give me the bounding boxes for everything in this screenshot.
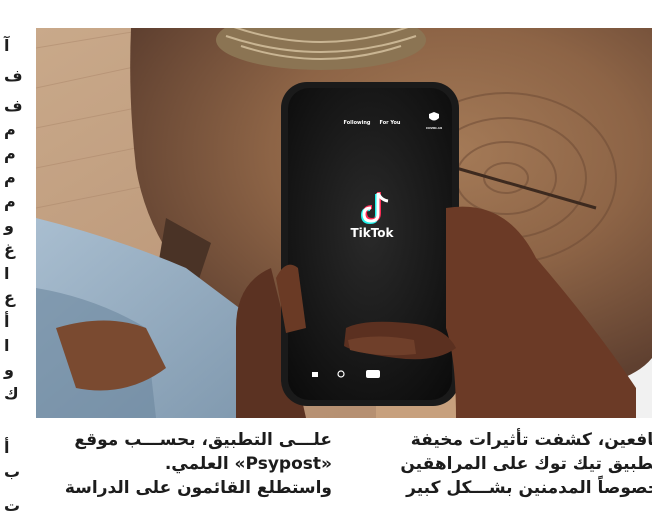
phone-tab-for-you: For You [379, 120, 400, 126]
left-column-fragments: آ ف ف م م م م و غ ا ع أ ا و ك أ ب ت [0, 0, 24, 527]
home-icon [312, 372, 318, 377]
article-line: خصوصاً المدمنين بشـــكل كبير [406, 478, 652, 498]
phone-corner-label: COVID-19 [426, 126, 442, 130]
article-column-right: يافعين، كشفت تأثيرات مخيفة تطبيق تيك توك… [370, 428, 652, 500]
left-fragment: أ [4, 438, 10, 457]
left-fragment: ب [4, 462, 21, 481]
article-column-left: علـــى التطبيق، بحســـب موقع «Psypost» ا… [36, 428, 332, 500]
left-fragment: م [4, 144, 16, 163]
left-fragment: ت [4, 496, 21, 515]
article-line: «Psypost» العلمي. [164, 454, 332, 474]
article-line: واستطلع القائمون على الدراسة [64, 478, 332, 498]
left-fragment: ك [4, 384, 19, 403]
left-fragment: آ [4, 36, 10, 55]
left-fragment: غ [4, 240, 15, 259]
left-fragment: ع [4, 288, 15, 307]
left-fragment: م [4, 168, 16, 187]
tiktok-logo-label: TikTok [350, 226, 394, 240]
phone-tab-following: Following [344, 120, 371, 126]
left-fragment: ف [4, 96, 23, 115]
article-line: تطبيق تيك توك على المراهقين [400, 454, 652, 474]
article-line: يافعين، كشفت تأثيرات مخيفة [410, 430, 652, 450]
left-fragment: و [4, 360, 14, 379]
left-fragment: و [4, 216, 14, 235]
article-photo: Following For You COVID-19 TikTok [36, 28, 652, 418]
left-fragment: ا [4, 264, 10, 283]
left-fragment: ف [4, 66, 23, 85]
create-icon [366, 370, 380, 378]
article-line: علـــى التطبيق، بحســـب موقع [74, 430, 332, 450]
left-fragment: ا [4, 336, 10, 355]
article-body: يافعين، كشفت تأثيرات مخيفة تطبيق تيك توك… [36, 428, 652, 527]
left-fragment: م [4, 120, 16, 139]
left-fragment: م [4, 192, 16, 211]
left-fragment: أ [4, 312, 10, 331]
